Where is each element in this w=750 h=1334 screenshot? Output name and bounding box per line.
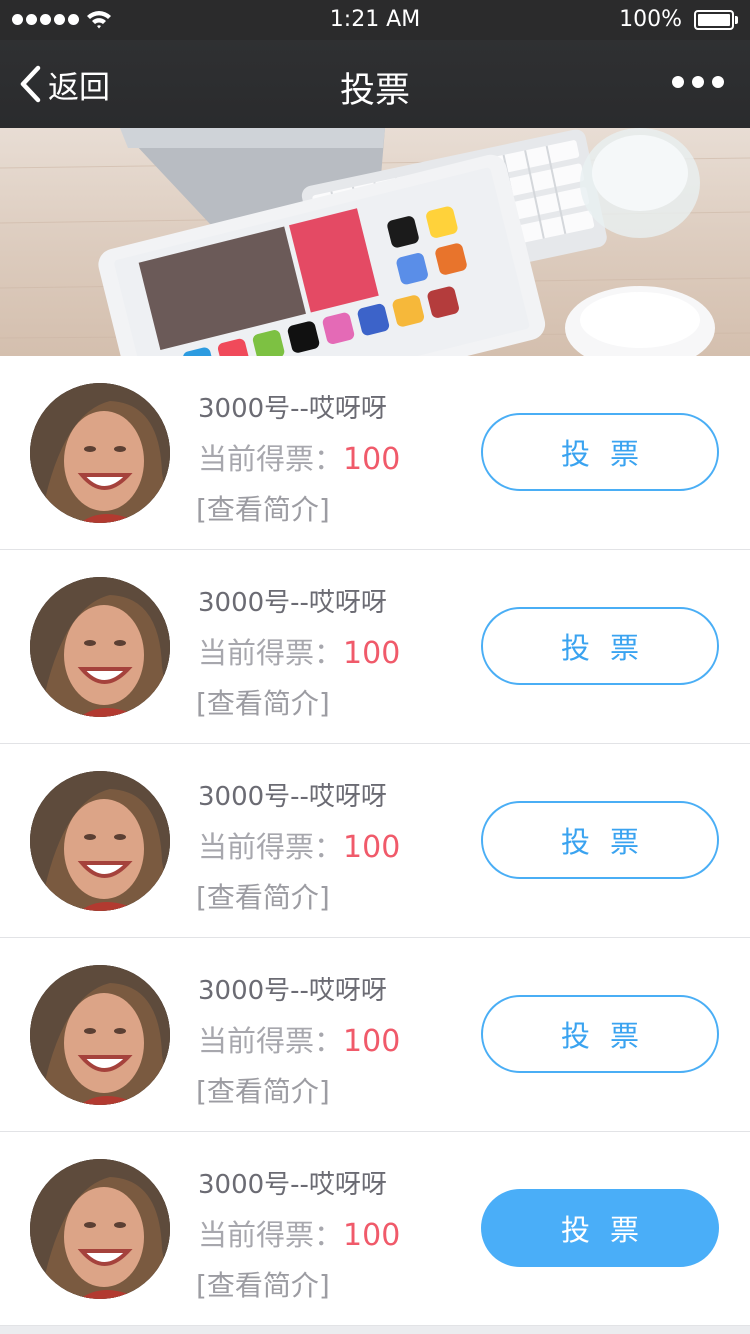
vote-count: 100	[343, 1024, 401, 1059]
list-item: 3000号--哎呀呀 当前得票：100 [查看简介] 投票	[0, 744, 750, 938]
candidate-name: 3000号--哎呀呀	[198, 1170, 387, 1200]
vote-button[interactable]: 投票	[481, 413, 719, 491]
nav-bar: 返回 投票	[0, 40, 750, 128]
vote-count-label: 当前得票：	[198, 830, 344, 864]
list-item: 3000号--哎呀呀 当前得票：100 [查看简介] 投票	[0, 356, 750, 550]
chevron-left-icon	[20, 65, 41, 103]
vote-count: 100	[343, 442, 401, 477]
vote-button[interactable]: 投票	[481, 801, 719, 879]
vote-button[interactable]: 投票	[481, 995, 719, 1073]
vote-count: 100	[343, 1218, 401, 1253]
list-item: 3000号--哎呀呀 当前得票：100 [查看简介] 投票	[0, 1132, 750, 1326]
avatar	[30, 1159, 170, 1299]
vote-count-row: 当前得票：100	[198, 630, 400, 672]
candidate-name: 3000号--哎呀呀	[198, 394, 387, 424]
avatar	[30, 771, 170, 911]
banner-image	[0, 128, 750, 356]
list-item: 3000号--哎呀呀 当前得票：100 [查看简介] 投票	[0, 938, 750, 1132]
list-item: 3000号--哎呀呀 当前得票：100 [查看简介] 投票	[0, 550, 750, 744]
vote-count-label: 当前得票：	[198, 1218, 344, 1252]
page-title: 投票	[339, 71, 410, 111]
view-intro-link[interactable]: [查看简介]	[196, 876, 330, 916]
view-intro-link[interactable]: [查看简介]	[196, 488, 330, 528]
vote-count: 100	[343, 636, 401, 671]
vote-count-label: 当前得票：	[198, 1024, 344, 1058]
vote-count-label: 当前得票：	[198, 442, 344, 476]
more-dots-icon[interactable]	[672, 76, 724, 88]
vote-button[interactable]: 投票	[481, 1189, 719, 1267]
battery-icon	[694, 10, 738, 30]
candidate-name: 3000号--哎呀呀	[198, 782, 387, 812]
screen: 1:21 AM 100% 返回 投票 3000号--哎呀呀 当前得票：100 […	[0, 0, 750, 1334]
candidate-name: 3000号--哎呀呀	[198, 976, 387, 1006]
avatar	[30, 577, 170, 717]
vote-count-row: 当前得票：100	[198, 436, 400, 478]
vote-count-row: 当前得票：100	[198, 1018, 400, 1060]
vote-count-row: 当前得票：100	[198, 824, 400, 866]
view-intro-link[interactable]: [查看简介]	[196, 1070, 330, 1110]
vote-button[interactable]: 投票	[481, 607, 719, 685]
view-intro-link[interactable]: [查看简介]	[196, 682, 330, 722]
vote-count-row: 当前得票：100	[198, 1212, 400, 1254]
status-bar: 1:21 AM 100%	[0, 0, 750, 40]
back-label: 返回	[48, 69, 110, 106]
candidate-list: 3000号--哎呀呀 当前得票：100 [查看简介] 投票 3000号--哎呀呀…	[0, 356, 750, 1326]
back-button[interactable]: 返回	[18, 60, 110, 108]
vote-count-label: 当前得票：	[198, 636, 344, 670]
avatar	[30, 383, 170, 523]
view-intro-link[interactable]: [查看简介]	[196, 1264, 330, 1304]
vote-count: 100	[343, 830, 401, 865]
candidate-name: 3000号--哎呀呀	[198, 588, 387, 618]
avatar	[30, 965, 170, 1105]
battery-percentage: 100%	[619, 7, 682, 32]
